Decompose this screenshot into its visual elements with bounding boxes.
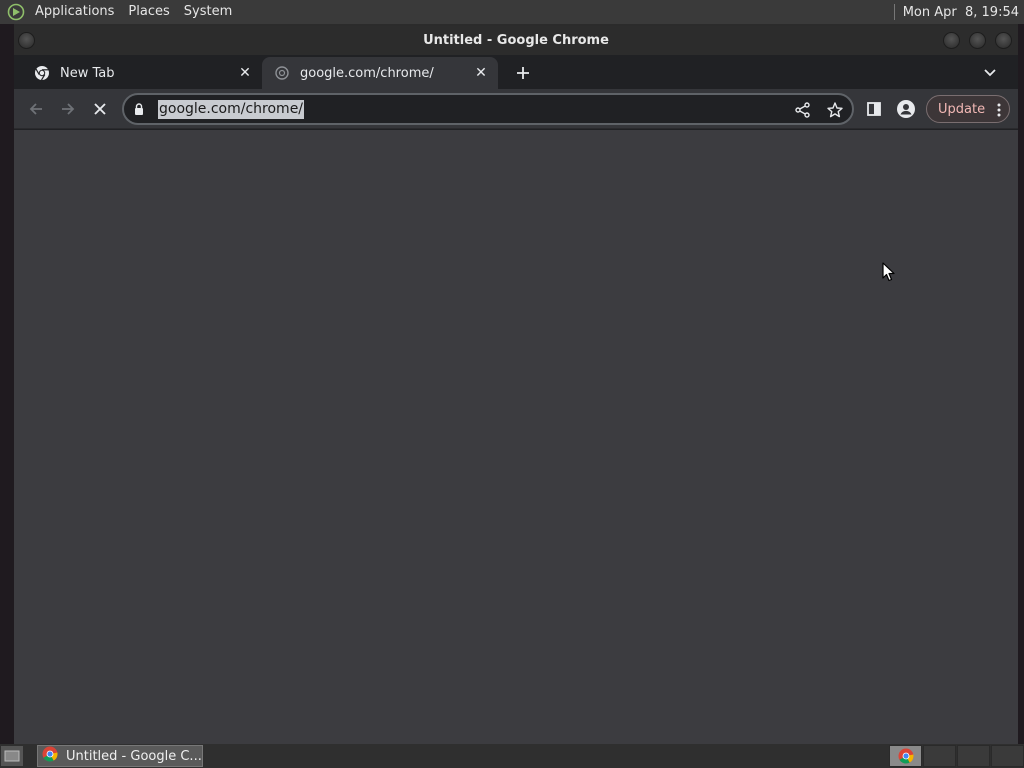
forward-arrow-icon bbox=[62, 103, 75, 115]
taskbar-window-button[interactable]: Untitled - Google C... bbox=[37, 745, 203, 767]
maximize-button[interactable] bbox=[969, 32, 986, 49]
back-arrow-icon bbox=[29, 103, 42, 115]
lock-icon[interactable] bbox=[134, 103, 146, 115]
tab-new-tab[interactable]: New Tab ✕ bbox=[22, 57, 262, 89]
places-menu[interactable]: Places bbox=[121, 0, 176, 24]
tab-strip: New Tab ✕ google.com/chrome/ ✕ bbox=[14, 55, 1018, 89]
clock[interactable]: Mon Apr 8, 19:54 bbox=[903, 5, 1024, 20]
desktop-background-right bbox=[1018, 24, 1024, 744]
tab-search-button[interactable] bbox=[980, 63, 1000, 83]
close-tab-icon[interactable]: ✕ bbox=[472, 64, 490, 82]
update-button[interactable]: Update bbox=[926, 95, 1010, 123]
distro-logo-icon[interactable] bbox=[4, 0, 28, 24]
side-panel-button[interactable] bbox=[860, 95, 888, 123]
plus-icon bbox=[517, 67, 529, 79]
close-window-button[interactable] bbox=[995, 32, 1012, 49]
url-text[interactable]: google.com/chrome/ bbox=[158, 99, 305, 119]
page-content[interactable] bbox=[14, 130, 1018, 744]
top-panel: Applications Places System Mon Apr 8, 19… bbox=[0, 0, 1024, 24]
tab-title: google.com/chrome/ bbox=[300, 65, 434, 81]
window-title: Untitled - Google Chrome bbox=[423, 33, 609, 48]
bookmark-star-icon[interactable] bbox=[826, 101, 844, 119]
forward-button[interactable] bbox=[54, 95, 82, 123]
minimize-button[interactable] bbox=[943, 32, 960, 49]
update-label: Update bbox=[938, 101, 986, 117]
chrome-icon bbox=[42, 746, 58, 766]
panel-separator bbox=[893, 4, 895, 20]
taskbar-window-title: Untitled - Google C... bbox=[66, 748, 202, 764]
chevron-down-icon bbox=[984, 69, 996, 77]
chrome-window: Untitled - Google Chrome New Tab ✕ googl… bbox=[14, 26, 1018, 744]
profile-button[interactable] bbox=[892, 95, 920, 123]
tab-title: New Tab bbox=[60, 65, 115, 81]
new-tab-button[interactable] bbox=[512, 62, 534, 84]
bottom-taskbar: Untitled - Google C... bbox=[0, 744, 1024, 768]
system-menu[interactable]: System bbox=[177, 0, 239, 24]
window-menu-button[interactable] bbox=[18, 32, 35, 49]
chrome-icon bbox=[34, 65, 50, 81]
workspace-2[interactable] bbox=[923, 745, 956, 767]
close-tab-icon[interactable]: ✕ bbox=[236, 64, 254, 82]
back-button[interactable] bbox=[22, 95, 50, 123]
applications-menu[interactable]: Applications bbox=[28, 0, 121, 24]
desktop-background bbox=[0, 24, 14, 744]
stop-loading-button[interactable] bbox=[86, 95, 114, 123]
chrome-icon bbox=[898, 748, 913, 764]
show-desktop-button[interactable] bbox=[1, 746, 23, 766]
workspace-4[interactable] bbox=[991, 745, 1024, 767]
tab-google-chrome[interactable]: google.com/chrome/ ✕ bbox=[262, 57, 498, 89]
loading-globe-icon bbox=[274, 65, 290, 81]
desktop-icon bbox=[4, 750, 20, 762]
address-bar[interactable]: google.com/chrome/ bbox=[122, 93, 854, 125]
stop-x-icon bbox=[94, 103, 106, 115]
workspace-3[interactable] bbox=[957, 745, 990, 767]
more-vert-icon[interactable] bbox=[997, 102, 1001, 122]
browser-toolbar: google.com/chrome/ Update bbox=[14, 89, 1018, 129]
profile-avatar-icon bbox=[897, 100, 915, 118]
share-icon[interactable] bbox=[794, 101, 812, 119]
window-titlebar[interactable]: Untitled - Google Chrome bbox=[14, 26, 1018, 55]
workspace-1[interactable] bbox=[889, 745, 922, 767]
side-panel-icon bbox=[867, 102, 881, 116]
mouse-cursor-icon bbox=[882, 262, 896, 282]
